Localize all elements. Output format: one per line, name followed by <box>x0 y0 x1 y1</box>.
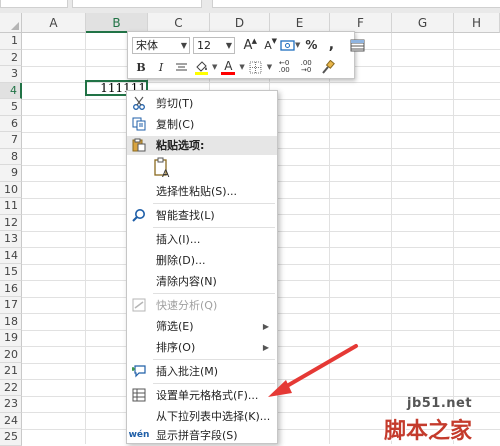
annotation-arrow <box>268 344 358 397</box>
watermark-brand: 脚本之家 <box>384 419 473 444</box>
watermark-site: jb51.net <box>407 396 473 411</box>
